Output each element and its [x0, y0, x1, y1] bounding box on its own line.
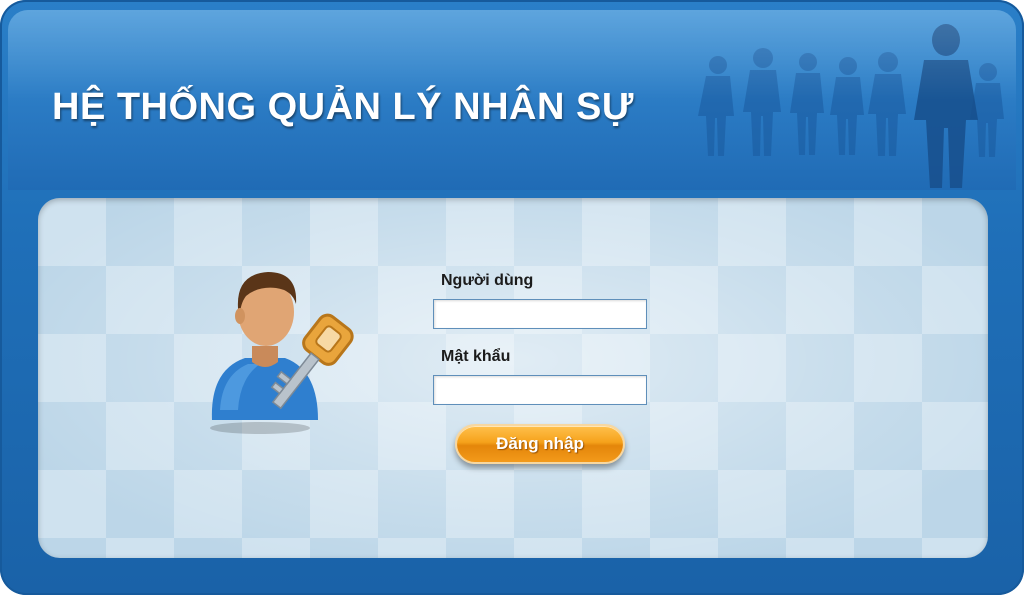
- people-silhouettes-icon: [698, 24, 1004, 188]
- username-label: Người dùng: [441, 272, 534, 289]
- username-input[interactable]: [433, 299, 647, 329]
- page-title: HỆ THỐNG QUẢN LÝ NHÂN SỰ: [52, 86, 634, 128]
- password-label: Mật khẩu: [441, 348, 511, 365]
- header-banner: HỆ THỐNG QUẢN LÝ NHÂN SỰ: [8, 10, 1016, 190]
- login-button[interactable]: Đăng nhập: [455, 424, 625, 464]
- user-with-key-icon: [210, 272, 354, 434]
- app-window: HỆ THỐNG QUẢN LÝ NHÂN SỰ Người dùng Mật …: [0, 0, 1024, 595]
- password-input[interactable]: [433, 375, 647, 405]
